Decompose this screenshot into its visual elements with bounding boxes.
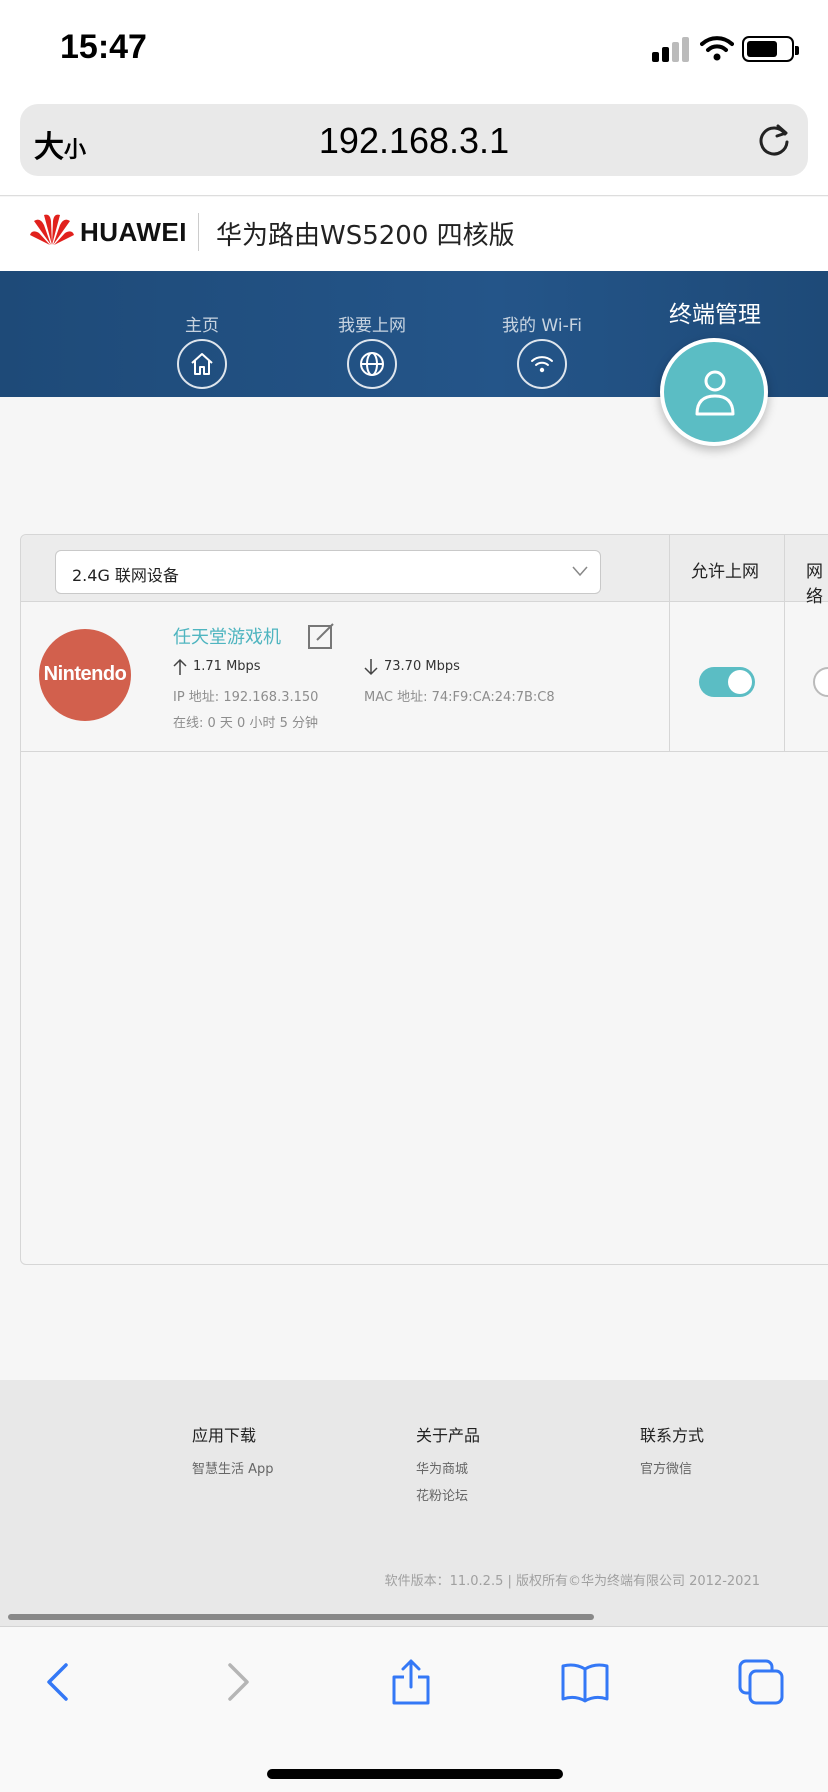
- allow-internet-toggle[interactable]: [699, 667, 755, 697]
- band-select-value: 2.4G 联网设备: [72, 566, 179, 585]
- footer-title: 联系方式: [640, 1426, 705, 1445]
- footer-title: 应用下载: [192, 1426, 257, 1445]
- huawei-logo-icon: [30, 214, 74, 245]
- device-avatar: Nintendo: [39, 629, 131, 721]
- copyright-text: 软件版本：11.0.2.5 | 版权所有©华为终端有限公司 2012-2021: [384, 1574, 760, 1589]
- upload-speed: 1.71 Mbps: [193, 659, 261, 674]
- footer-column-contact: 联系方式 官方微信: [640, 1422, 704, 1485]
- device-avatar-text: Nintendo: [43, 663, 127, 685]
- bookmarks-icon[interactable]: [560, 1657, 610, 1707]
- home-icon[interactable]: [177, 339, 227, 389]
- horizontal-scrollbar[interactable]: [8, 1614, 594, 1620]
- globe-icon[interactable]: [347, 339, 397, 389]
- nav-item-device-management-label[interactable]: 终端管理: [640, 295, 790, 329]
- device-name[interactable]: 任天堂游戏机: [173, 623, 281, 649]
- status-time: 15:47: [60, 28, 147, 66]
- user-icon[interactable]: [660, 338, 768, 446]
- chevron-down-icon: [572, 566, 588, 577]
- cellular-signal-icon: [652, 36, 692, 62]
- home-indicator: [267, 1769, 563, 1779]
- browser-address-area: 大小 192.168.3.1: [0, 100, 828, 196]
- download-arrow-icon: [364, 659, 378, 676]
- toggle-knob: [728, 670, 752, 694]
- huawei-wordmark: HUAWEI: [80, 217, 187, 247]
- device-panel-header: 2.4G 联网设备 允许上网 网络: [21, 535, 828, 607]
- footer-column-app: 应用下载 智慧生活 App: [192, 1422, 274, 1485]
- download-speed: 73.70 Mbps: [384, 659, 460, 674]
- nav-item-label: 主页: [185, 316, 219, 336]
- brand-divider: [198, 213, 199, 251]
- site-footer: 应用下载 智慧生活 App 关于产品 华为商城 花粉论坛 联系方式 官方微信 软…: [0, 1380, 828, 1626]
- device-panel: 2.4G 联网设备 允许上网 网络 Nintendo 任天堂游戏机 1.71 M…: [20, 534, 828, 1265]
- band-select[interactable]: 2.4G 联网设备: [55, 550, 601, 594]
- nav-item-label: 我的 Wi-Fi: [502, 316, 582, 336]
- share-icon[interactable]: [386, 1657, 436, 1707]
- device-online-time: 在线: 0 天 0 小时 5 分钟: [173, 716, 318, 731]
- footer-link-smart-life-app[interactable]: 智慧生活 App: [192, 1458, 274, 1477]
- product-name: 华为路由WS5200 四核版: [216, 221, 515, 251]
- back-icon[interactable]: [34, 1657, 84, 1707]
- wifi-icon[interactable]: [517, 339, 567, 389]
- column-header-network: 网络: [806, 562, 823, 607]
- nav-item-wifi[interactable]: 我的 Wi-Fi: [482, 271, 602, 397]
- device-mac: MAC 地址: 74:F9:CA:24:7B:C8: [364, 690, 555, 705]
- footer-column-product: 关于产品 华为商城 花粉论坛: [416, 1422, 480, 1512]
- footer-link-forum[interactable]: 花粉论坛: [416, 1485, 480, 1504]
- nav-item-label: 我要上网: [338, 316, 406, 336]
- footer-title: 关于产品: [416, 1426, 481, 1445]
- edit-icon[interactable]: [307, 622, 335, 650]
- tabs-icon[interactable]: [736, 1657, 786, 1707]
- brand-header: HUAWEI 华为路由WS5200 四核版: [0, 197, 828, 271]
- nav-item-internet[interactable]: 我要上网: [312, 271, 432, 397]
- column-header-allow-internet: 允许上网: [691, 562, 759, 582]
- wifi-status-icon: [700, 36, 734, 61]
- address-bar[interactable]: 大小 192.168.3.1: [20, 104, 808, 176]
- network-toggle[interactable]: [813, 667, 828, 697]
- forward-icon[interactable]: [212, 1657, 262, 1707]
- footer-link-wechat[interactable]: 官方微信: [640, 1458, 704, 1477]
- browser-toolbar: [0, 1626, 828, 1792]
- battery-icon: [742, 36, 799, 62]
- upload-arrow-icon: [173, 658, 187, 675]
- device-row: Nintendo 任天堂游戏机 1.71 Mbps 73.70 Mbps IP …: [21, 602, 828, 752]
- reload-icon[interactable]: [754, 120, 794, 160]
- url-text[interactable]: 192.168.3.1: [20, 120, 808, 162]
- device-ip: IP 地址: 192.168.3.150: [173, 690, 319, 705]
- footer-link-vmall[interactable]: 华为商城: [416, 1458, 480, 1477]
- nav-item-home[interactable]: 主页: [142, 271, 262, 397]
- status-bar: 15:47: [0, 0, 828, 100]
